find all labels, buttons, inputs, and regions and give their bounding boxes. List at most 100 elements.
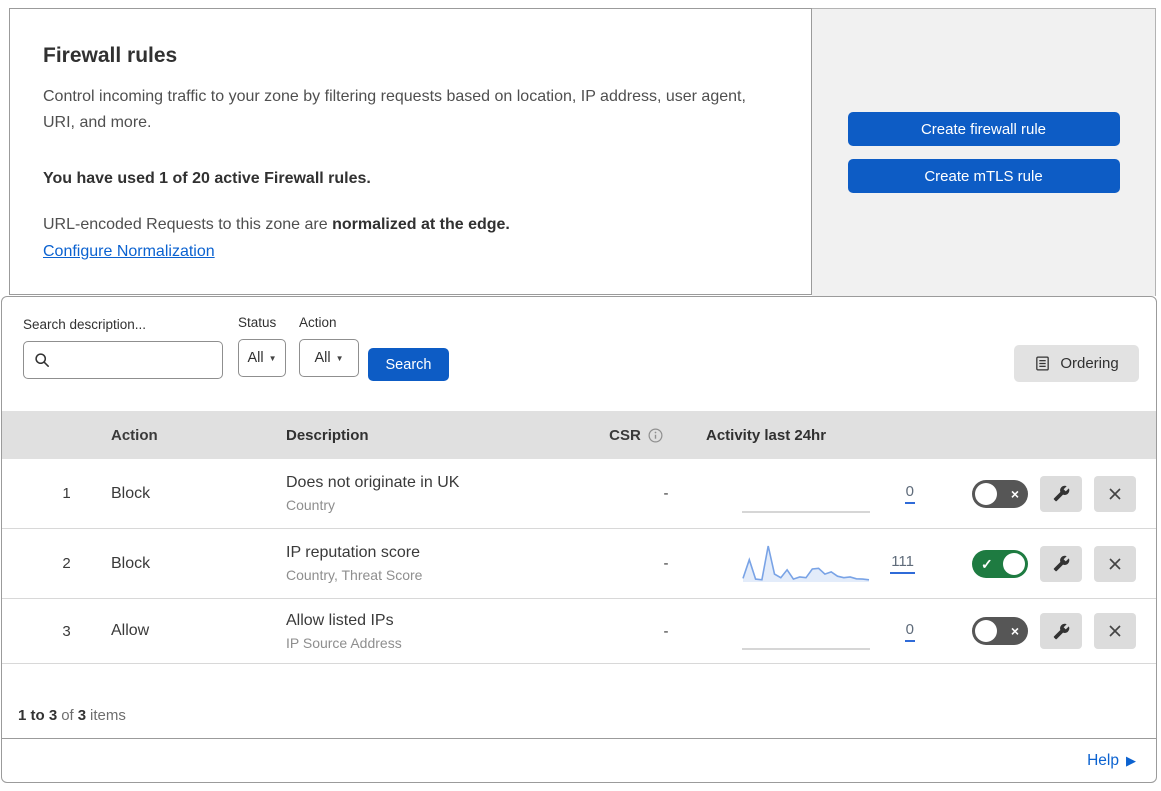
toggle-state-icon: × xyxy=(1010,623,1019,639)
rule-description-cell: IP reputation score Country, Threat Scor… xyxy=(286,544,601,583)
chevron-down-icon: ▼ xyxy=(268,353,277,363)
table-row: 3 Allow Allow listed IPs IP Source Addre… xyxy=(2,599,1156,664)
action-selected-value: All xyxy=(314,350,331,366)
search-filter: Search description... xyxy=(23,317,223,379)
rule-description[interactable]: Allow listed IPs xyxy=(286,612,601,630)
rule-action: Allow xyxy=(111,622,150,639)
arrow-right-icon: ▶ xyxy=(1126,753,1136,768)
header-action: Action xyxy=(111,426,158,444)
rule-priority: 2 xyxy=(62,555,71,572)
range-label: 1 to 3 xyxy=(18,707,58,724)
toggle-knob xyxy=(975,620,997,642)
normalization-text: URL-encoded Requests to this zone are xyxy=(43,216,333,233)
activity-sparkline xyxy=(742,471,870,517)
usage-summary: You have used 1 of 20 active Firewall ru… xyxy=(43,170,371,187)
pagination-summary: 1 to 3 of 3 items xyxy=(2,664,1156,738)
configure-normalization-link[interactable]: Configure Normalization xyxy=(43,243,215,260)
close-icon xyxy=(1109,557,1121,570)
rule-match-fields: IP Source Address xyxy=(286,634,402,651)
rule-enabled-toggle[interactable]: ✓ xyxy=(972,549,1028,578)
search-button[interactable]: Search xyxy=(368,348,449,381)
action-label: Action xyxy=(299,315,337,330)
rule-match-fields: Country xyxy=(286,497,336,513)
header-description: Description xyxy=(286,426,369,444)
status-select[interactable]: All ▼ xyxy=(238,339,286,377)
rule-csr: - xyxy=(663,485,669,502)
wrench-icon xyxy=(1053,555,1069,572)
activity-count-link[interactable]: 111 xyxy=(890,553,915,574)
create-mtls-rule-button[interactable]: Create mTLS rule xyxy=(847,159,1120,193)
action-filter: Action All ▼ xyxy=(299,315,359,377)
page-title: Firewall rules xyxy=(43,44,178,67)
rule-match-fields: Country, Threat Score xyxy=(286,567,423,583)
rule-controls: ✓ xyxy=(927,545,1156,582)
normalization-note: URL-encoded Requests to this zone are no… xyxy=(43,216,771,234)
rule-priority: 1 xyxy=(62,485,71,502)
table-row: 1 Block Does not originate in UK Country… xyxy=(2,459,1156,529)
rule-description[interactable]: IP reputation score xyxy=(286,544,601,562)
rule-enabled-toggle[interactable]: × xyxy=(972,617,1028,645)
delete-rule-button[interactable] xyxy=(1094,613,1136,649)
table-header: Action Description CSR Activity last 24h… xyxy=(2,411,1156,459)
edit-rule-button[interactable] xyxy=(1040,545,1082,582)
info-icon[interactable] xyxy=(648,428,663,443)
intro-card: Firewall rules Control incoming traffic … xyxy=(9,8,812,295)
rule-csr: - xyxy=(663,555,669,572)
status-label: Status xyxy=(238,315,277,330)
help-bar: Help ▶ xyxy=(2,738,1156,783)
rule-activity-cell: 0 xyxy=(701,471,927,517)
delete-rule-button[interactable] xyxy=(1094,475,1136,512)
help-link[interactable]: Help ▶ xyxy=(1087,752,1136,770)
ordering-button[interactable]: Ordering xyxy=(1014,345,1139,382)
delete-rule-button[interactable] xyxy=(1094,545,1136,582)
header-activity: Activity last 24hr xyxy=(706,426,827,444)
table-row: 2 Block IP reputation score Country, Thr… xyxy=(2,529,1156,599)
header-csr: CSR xyxy=(601,427,701,444)
toggle-knob xyxy=(975,482,997,505)
edit-rule-button[interactable] xyxy=(1040,613,1082,649)
rule-activity-cell: 0 xyxy=(701,608,927,654)
action-select[interactable]: All ▼ xyxy=(299,339,359,377)
cta-panel: Create firewall rule Create mTLS rule xyxy=(812,8,1156,296)
close-icon xyxy=(1109,487,1121,500)
normalization-bold-text: normalized at the edge. xyxy=(332,216,510,233)
wrench-icon xyxy=(1053,485,1069,502)
ordering-list-icon xyxy=(1036,356,1050,371)
rule-activity-cell: 111 xyxy=(701,541,927,587)
search-input[interactable] xyxy=(58,352,212,368)
toggle-state-icon: ✓ xyxy=(981,555,993,572)
header-csr-label: CSR xyxy=(609,426,641,444)
activity-count-link[interactable]: 0 xyxy=(904,621,915,642)
rule-action: Block xyxy=(111,554,151,572)
rule-description-cell: Does not originate in UK Country xyxy=(286,474,601,513)
rule-priority: 3 xyxy=(62,622,71,640)
rule-description[interactable]: Does not originate in UK xyxy=(286,474,601,492)
chevron-down-icon: ▼ xyxy=(335,353,344,363)
rule-enabled-toggle[interactable]: × xyxy=(972,479,1028,508)
rule-description-cell: Allow listed IPs IP Source Address xyxy=(286,612,601,651)
activity-sparkline xyxy=(742,541,870,587)
ordering-button-label: Ordering xyxy=(1060,355,1119,372)
search-label: Search description... xyxy=(23,317,147,332)
search-icon xyxy=(35,353,49,367)
table-body: 1 Block Does not originate in UK Country… xyxy=(2,459,1156,664)
search-box[interactable] xyxy=(23,341,223,379)
activity-count-link[interactable]: 0 xyxy=(904,483,915,504)
rule-action: Block xyxy=(111,484,151,502)
status-selected-value: All xyxy=(247,350,264,366)
close-icon xyxy=(1109,625,1121,637)
toggle-state-icon: × xyxy=(1010,485,1019,502)
rule-controls: × xyxy=(927,613,1156,649)
rule-csr: - xyxy=(663,622,669,640)
edit-rule-button[interactable] xyxy=(1040,475,1082,512)
activity-sparkline xyxy=(742,608,870,654)
status-filter: Status All ▼ xyxy=(238,315,286,377)
rule-controls: × xyxy=(927,475,1156,512)
help-link-label: Help xyxy=(1087,752,1119,769)
toggle-knob xyxy=(1003,552,1025,575)
of-label: of xyxy=(61,707,74,724)
wrench-icon xyxy=(1053,623,1069,639)
create-firewall-rule-button[interactable]: Create firewall rule xyxy=(847,112,1120,146)
page-description: Control incoming traffic to your zone by… xyxy=(43,88,746,131)
rules-card: Search description... Status All ▼ Actio… xyxy=(1,296,1157,783)
